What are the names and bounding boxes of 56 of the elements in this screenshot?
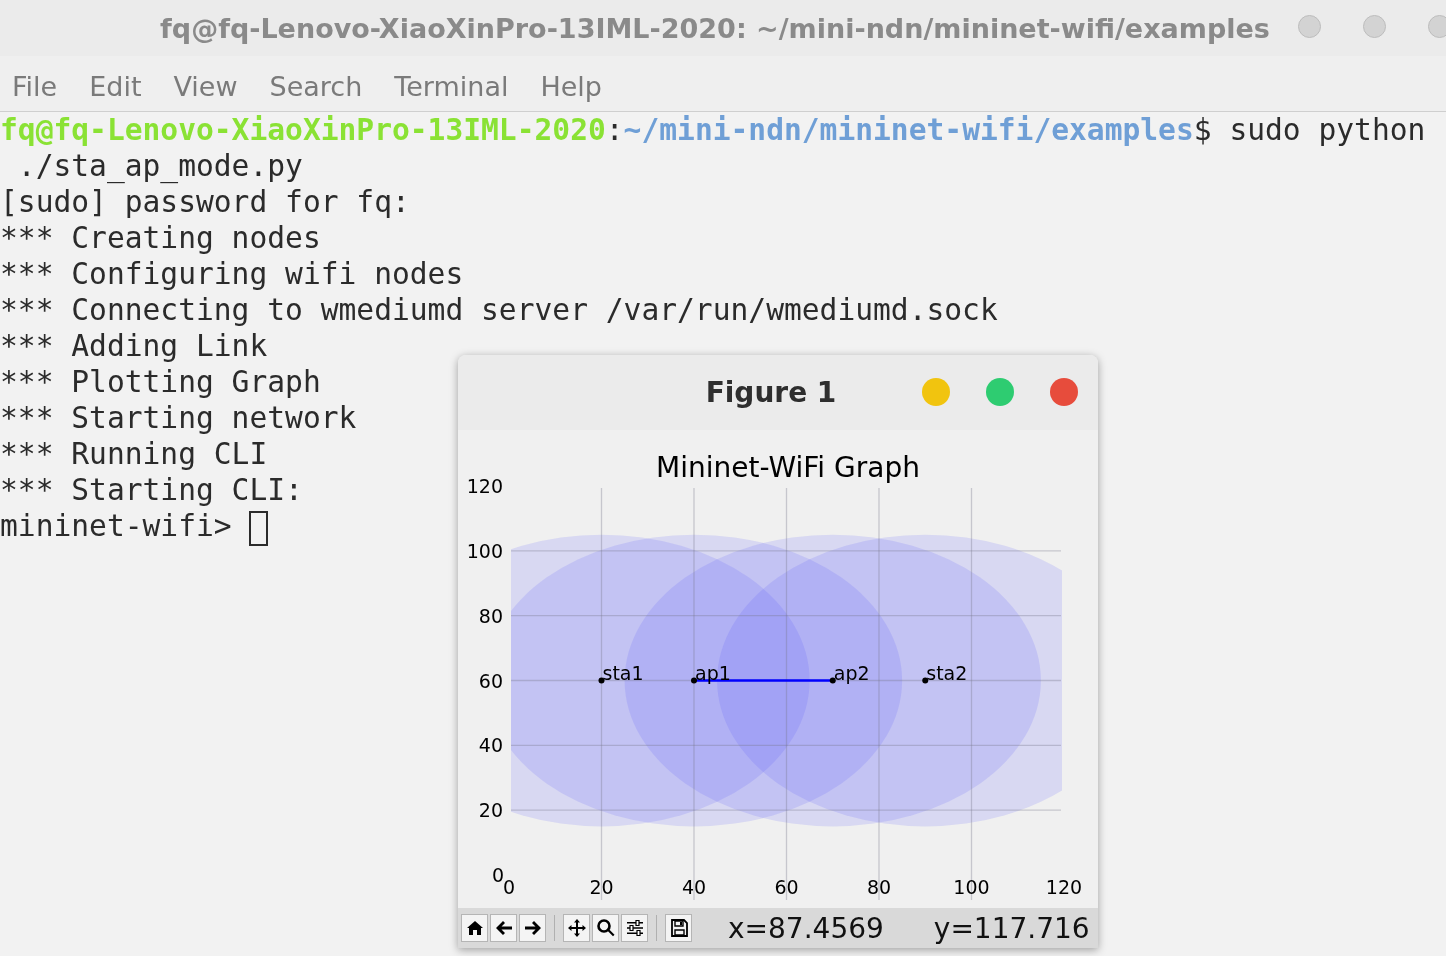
pan-button[interactable] [563,914,590,942]
point-label: ap2 [833,661,870,684]
tick-label: 80 [866,876,892,898]
terminal-text: *** Creating nodes [0,220,321,257]
terminal-text: [sudo] password for fq: [0,184,410,221]
menu-item[interactable]: Terminal [382,65,525,102]
menu-item[interactable]: View [161,65,254,102]
tick-label: 0 [502,876,516,898]
terminal-text: *** Starting network [0,400,357,437]
tick-label: 60 [478,669,503,692]
move-arrows-icon [566,918,587,938]
menu-item[interactable]: Edit [77,65,158,102]
save-button[interactable] [665,914,692,942]
terminal-text: ./sta_ap_mode.py [16,148,303,186]
prompt-user: fq@fq-Lenovo-XiaoXinPro-13IML-2020 [0,112,606,149]
search-icon [595,918,616,938]
tick-label: 20 [478,799,503,822]
tick-label: 120 [466,475,503,497]
home-button[interactable] [461,914,488,942]
window-title: fq@fq-Lenovo-XiaoXinPro-13IML-2020: ~/mini-ndn/mininet-wifi/examples [160,12,1270,44]
cursor-x-readout: x=87.4569 [728,911,884,945]
terminal-text: : [605,112,624,149]
tick-label: 0 [491,864,504,886]
tick-label: 20 [589,876,614,898]
zoom-button[interactable] [592,914,619,942]
terminal-text: $ sudo python [1193,112,1426,149]
close-button[interactable] [1050,378,1078,406]
menu-item[interactable]: File [0,65,74,102]
terminal-text: *** Configuring wifi nodes [0,256,464,293]
terminal-text: *** Adding Link [0,328,268,365]
menu-item[interactable]: Help [528,65,618,102]
right-arrow-icon [522,918,543,938]
tick-label: 100 [953,876,990,898]
terminal-text: *** Running CLI [0,436,268,473]
tick-label: 120 [1045,876,1083,898]
menu-item[interactable]: Search [257,65,379,102]
tick-label: 40 [478,734,503,757]
configure-button[interactable] [621,914,648,942]
tick-label: 80 [478,604,503,627]
tick-label: 60 [774,876,799,898]
sliders-icon [624,918,645,938]
chart-title: Mininet-WiFi Graph [656,451,920,484]
tick-label: 100 [466,539,503,562]
tick-label: 40 [681,876,707,898]
figure-title: Figure 1 [705,376,837,409]
forward-button[interactable] [519,914,546,942]
point-label: ap1 [695,661,731,684]
back-button[interactable] [490,914,517,942]
terminal-text: mininet-wifi> [0,508,233,545]
point-label: sta2 [926,661,968,684]
point-label: sta1 [602,661,644,684]
prompt-path: ~/mini-ndn/mininet-wifi/examples [623,112,1194,149]
terminal-text: *** Plotting Graph [0,364,321,401]
terminal-text: *** Connecting to wmediumd server /var/run/wmediumd.sock [0,292,998,329]
terminal-text: *** Starting CLI: [0,472,303,509]
cursor-y-readout: y=117.716 [933,911,1090,945]
